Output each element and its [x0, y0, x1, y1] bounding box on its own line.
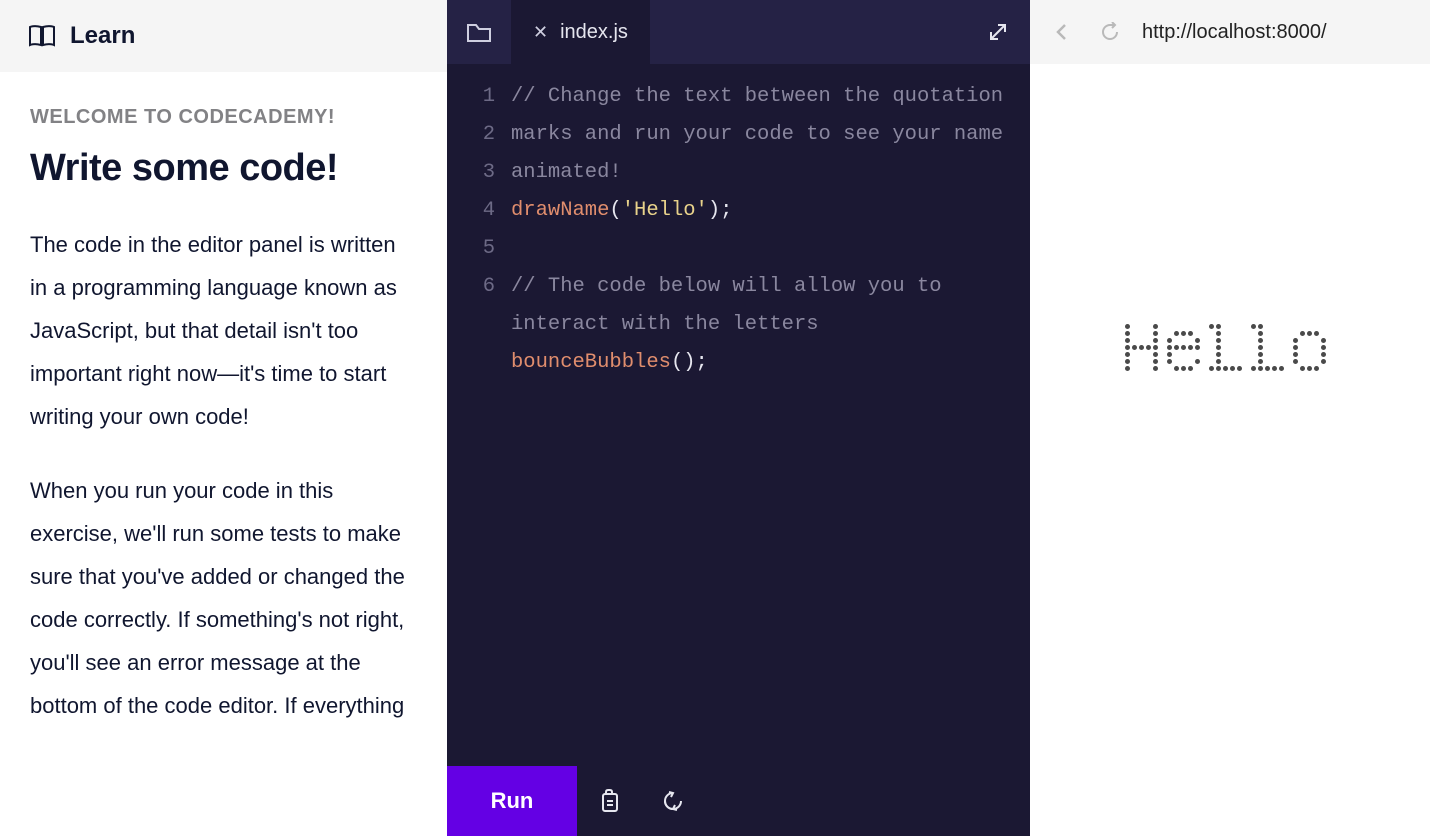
lesson-paragraph-1: The code in the editor panel is written … [30, 224, 417, 438]
learn-label: Learn [70, 22, 135, 50]
editor-tabs: ✕ index.js [447, 0, 1030, 64]
code-fn: bounceBubbles [511, 351, 671, 374]
code-punc: (); [671, 351, 708, 374]
expand-editor-button[interactable] [966, 0, 1030, 64]
line-number: 4 [447, 192, 495, 230]
lesson-eyebrow: WELCOME TO CODECADEMY! [30, 106, 417, 129]
learn-header: Learn [0, 0, 447, 72]
editor-toolbar: Run [447, 766, 1030, 836]
line-number: 6 [447, 268, 495, 306]
instructions-panel: Learn WELCOME TO CODECADEMY! Write some … [0, 0, 447, 836]
file-explorer-button[interactable] [447, 0, 511, 64]
run-button[interactable]: Run [447, 766, 577, 836]
code-string: 'Hello' [622, 199, 708, 222]
browser-toolbar: http://localhost:8000/ [1030, 0, 1430, 64]
editor-panel: ✕ index.js 1 2 3 4 5 6 // [447, 0, 1030, 836]
url-bar[interactable]: http://localhost:8000/ [1136, 12, 1420, 52]
line-number: 5 [447, 230, 495, 268]
preview-viewport[interactable]: Hello [1030, 64, 1430, 836]
close-tab-icon[interactable]: ✕ [533, 22, 548, 43]
code-fn: drawName [511, 199, 609, 222]
code-punc: ); [708, 199, 733, 222]
editor-tab-indexjs[interactable]: ✕ index.js [511, 0, 650, 64]
lesson-body: WELCOME TO CODECADEMY! Write some code! … [0, 72, 447, 794]
line-number: 1 [447, 78, 495, 116]
line-number: 3 [447, 154, 495, 192]
line-gutter: 1 2 3 4 5 6 [447, 78, 511, 766]
code-editor[interactable]: 1 2 3 4 5 6 // Change the text between t… [447, 64, 1030, 766]
copy-button[interactable] [577, 766, 641, 836]
reset-button[interactable] [641, 766, 705, 836]
browser-panel: http://localhost:8000/ Hello [1030, 0, 1430, 836]
code-comment: // The code below will allow you to inte… [511, 275, 954, 336]
reload-button[interactable] [1088, 10, 1132, 54]
line-number: 2 [447, 116, 495, 154]
code-punc: ( [609, 199, 621, 222]
lesson-paragraph-2: When you run your code in this exercise,… [30, 470, 417, 727]
lesson-title: Write some code! [30, 147, 417, 190]
url-text: http://localhost:8000/ [1142, 21, 1327, 44]
tab-filename: index.js [560, 21, 628, 44]
code-comment: // Change the text between the quotation… [511, 85, 1015, 184]
book-icon [28, 24, 56, 48]
preview-output: Hello [1125, 324, 1335, 373]
code-content[interactable]: // Change the text between the quotation… [511, 78, 1030, 766]
back-button[interactable] [1040, 10, 1084, 54]
